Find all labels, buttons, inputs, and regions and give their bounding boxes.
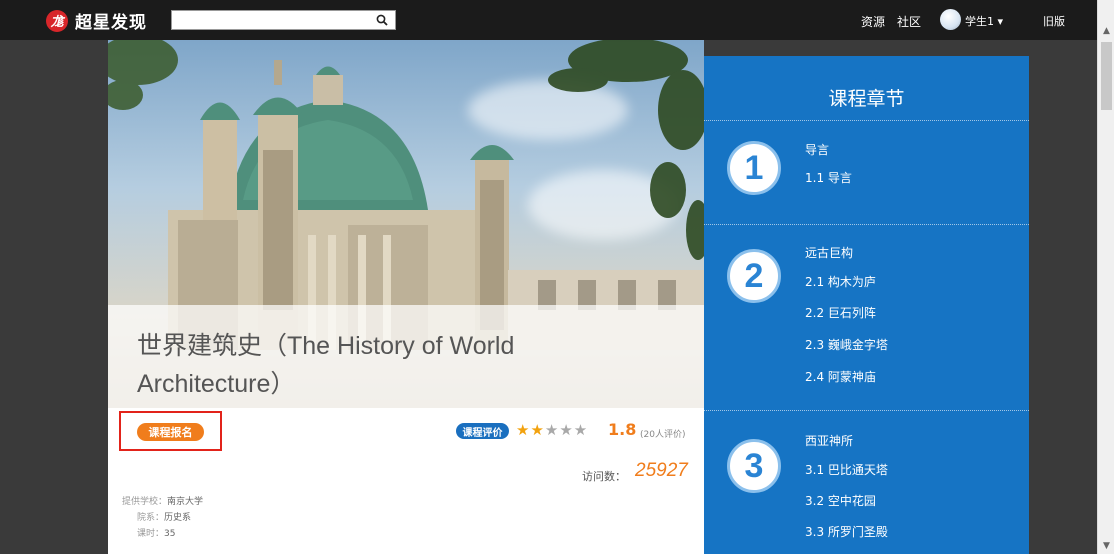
logo-text: 超星发现 [75,13,147,33]
nav-resources[interactable]: 资源 [861,13,885,30]
dept-row: 院系：历史系 [137,510,191,523]
chapter-number-badge: 2 [727,249,781,303]
chapter-panel: 课程章节 1 导言 1.1 导言 2 远古巨构 2.1 构木为庐 2.2 巨石列… [704,56,1029,554]
chapter-name[interactable]: 西亚神所 [805,432,853,449]
avatar[interactable] [940,9,961,30]
chapter-item[interactable]: 2.1 构木为庐 [805,273,876,290]
top-navbar: 尨 超星发现 资源 社区 学生1 ▾ 旧版 [0,0,1097,40]
chapter-item[interactable]: 3.1 巴比通天塔 [805,461,888,478]
chapter-panel-title: 课程章节 [828,88,905,110]
search-box [171,10,396,30]
course-evaluation-button[interactable]: 课程评价 [456,423,509,439]
chapter-item[interactable]: 2.4 阿蒙神庙 [805,368,876,385]
chapter-number-badge: 3 [727,439,781,493]
star-empty-icon: ★★★ [544,421,589,439]
user-name: 学生1 [965,15,994,28]
hours-row: 课时：35 [137,526,175,539]
hours-value: 35 [164,529,176,539]
visits-count: 25927 [635,460,688,481]
school-label: 提供学校： [122,497,168,507]
course-cover-image: 世界建筑史（The History of World Architecture） [108,40,704,408]
chapter-item[interactable]: 1.1 导言 [805,169,852,186]
chapter-number-badge: 1 [727,141,781,195]
chapter-name[interactable]: 远古巨构 [805,244,853,261]
school-value: 南京大学 [167,497,204,507]
site-logo[interactable]: 尨 超星发现 [46,8,147,33]
user-menu[interactable]: 学生1 ▾ [965,13,1003,29]
chevron-down-icon: ▾ [997,15,1004,28]
dept-label: 院系： [137,513,165,523]
enroll-button[interactable]: 课程报名 [137,423,204,441]
chapter-name[interactable]: 导言 [805,141,829,158]
scroll-thumb[interactable] [1101,42,1112,110]
hours-label: 课时： [137,529,165,539]
search-icon [376,14,388,26]
course-title: 世界建筑史（The History of World Architecture） [137,332,515,398]
search-button[interactable] [369,11,395,29]
chapter-item[interactable]: 2.2 巨石列阵 [805,304,876,321]
rating-stars[interactable]: ★★★★★ [516,421,588,439]
page-scrollbar[interactable]: ▲ ▼ [1097,0,1114,554]
old-version-link[interactable]: 旧版 [1043,13,1065,29]
course-info-panel: 课程报名 课程评价 ★★★★★ 1.8 (20人评价) 访问数： 25927 提… [108,408,704,554]
star-filled-icon: ★★ [516,421,545,439]
nav-community[interactable]: 社区 [897,13,921,30]
logo-icon: 尨 [46,9,68,32]
divider [704,120,1029,121]
school-row: 提供学校：南京大学 [122,494,203,507]
chapter-item[interactable]: 3.2 空中花园 [805,492,876,509]
search-input[interactable] [174,12,364,28]
rating-value: 1.8 [608,420,637,439]
divider [704,224,1029,225]
scroll-down-icon[interactable]: ▼ [1098,537,1114,554]
scroll-up-icon[interactable]: ▲ [1098,22,1114,39]
dept-value: 历史系 [164,513,192,523]
chapter-item[interactable]: 2.3 巍峨金字塔 [805,336,888,353]
chapter-item[interactable]: 3.3 所罗门圣殿 [805,523,888,540]
rating-count: (20人评价) [640,430,686,440]
divider [704,410,1029,411]
visits-label: 访问数： [582,470,626,483]
